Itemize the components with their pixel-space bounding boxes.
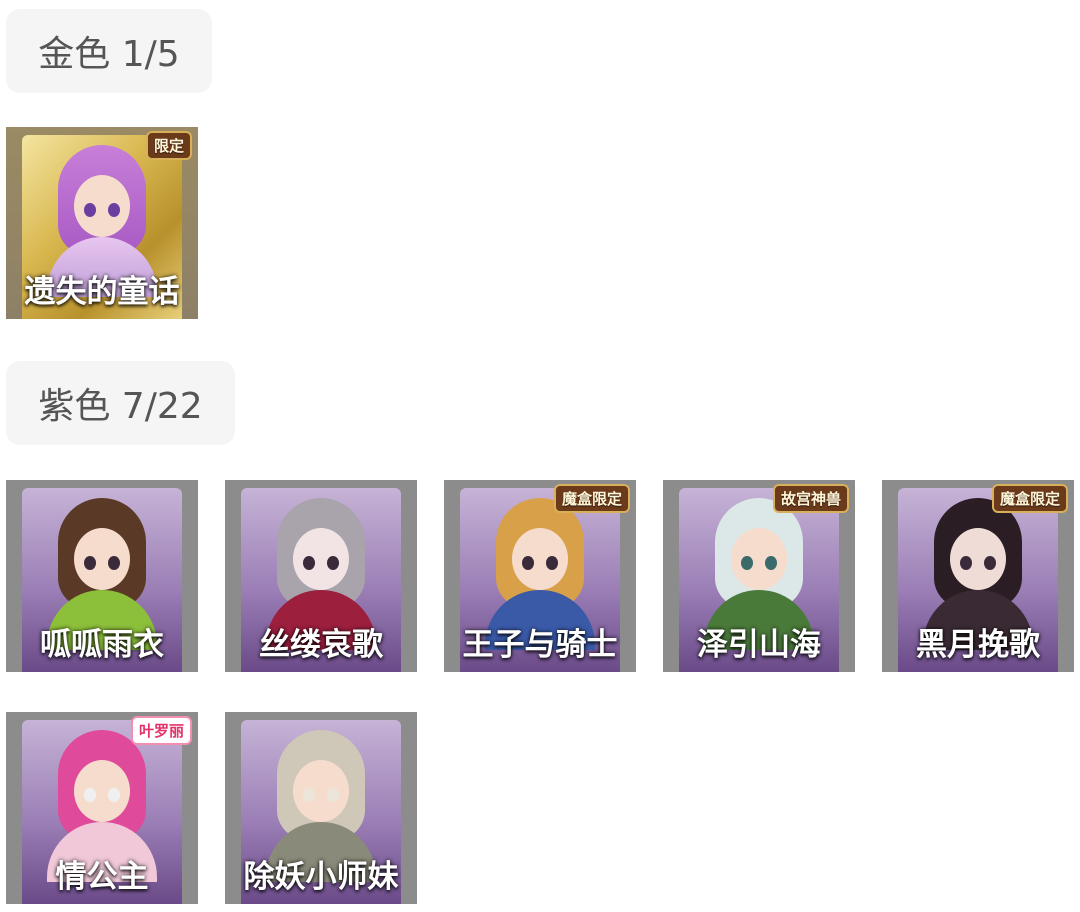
- collab-badge: 叶罗丽: [130, 716, 192, 745]
- character-face: [512, 528, 568, 590]
- character-eye-right: [327, 556, 339, 570]
- character-face: [74, 528, 130, 590]
- character-blindfold-right: [327, 788, 339, 802]
- purple-section-title: 紫色 7/22: [38, 386, 203, 427]
- character-face: [731, 528, 787, 590]
- character-face: [293, 528, 349, 590]
- character-eye-right: [108, 203, 120, 217]
- skin-name: 除妖小师妹: [243, 859, 399, 895]
- limited-badge: 魔盒限定: [991, 484, 1068, 513]
- purple-section-header: 紫色 7/22: [6, 361, 235, 445]
- skin-card-purple-2[interactable]: 魔盒限定 王子与骑士: [444, 480, 636, 672]
- character-face: [950, 528, 1006, 590]
- character-eye-left: [84, 203, 96, 217]
- character-blindfold-left: [303, 788, 315, 802]
- character-eye-right: [984, 556, 996, 570]
- limited-badge: 魔盒限定: [553, 484, 630, 513]
- skin-name: 情公主: [55, 859, 149, 895]
- character-eye-right: [765, 556, 777, 570]
- skin-name: 泽引山海: [697, 627, 821, 663]
- character-face: [293, 760, 349, 822]
- character-eye-left: [522, 556, 534, 570]
- character-face: [74, 175, 130, 237]
- character-eye-right: [546, 556, 558, 570]
- skin-card-purple-3[interactable]: 故宫神兽 泽引山海: [663, 480, 855, 672]
- skin-name: 黑月挽歌: [916, 627, 1040, 663]
- gold-section-title: 金色 1/5: [38, 34, 180, 75]
- character-blindfold-right: [108, 788, 120, 802]
- skin-name: 王子与骑士: [462, 627, 618, 663]
- skin-card-gold-0[interactable]: 限定 遗失的童话: [6, 127, 198, 319]
- skin-card-purple-1[interactable]: 丝缕哀歌: [225, 480, 417, 672]
- collab-badge: 故宫神兽: [772, 484, 849, 513]
- skin-collection-page: 金色 1/5 限定 遗失的童话 紫色 7/22 呱呱雨衣 丝缕哀歌 魔盒限定 王…: [0, 0, 1080, 912]
- skin-card-purple-0[interactable]: 呱呱雨衣: [6, 480, 198, 672]
- skin-name: 遗失的童话: [24, 274, 180, 310]
- character-blindfold-left: [84, 788, 96, 802]
- skin-card-purple-5[interactable]: 叶罗丽 情公主: [6, 712, 198, 904]
- character-eye-left: [741, 556, 753, 570]
- character-eye-left: [960, 556, 972, 570]
- character-eye-left: [303, 556, 315, 570]
- skin-name: 呱呱雨衣: [40, 627, 164, 663]
- character-eye-left: [84, 556, 96, 570]
- character-eye-right: [108, 556, 120, 570]
- character-face: [74, 760, 130, 822]
- skin-card-purple-6[interactable]: 除妖小师妹: [225, 712, 417, 904]
- skin-card-purple-4[interactable]: 魔盒限定 黑月挽歌: [882, 480, 1074, 672]
- skin-name: 丝缕哀歌: [259, 627, 383, 663]
- gold-section-header: 金色 1/5: [6, 9, 212, 93]
- limited-badge: 限定: [145, 131, 192, 160]
